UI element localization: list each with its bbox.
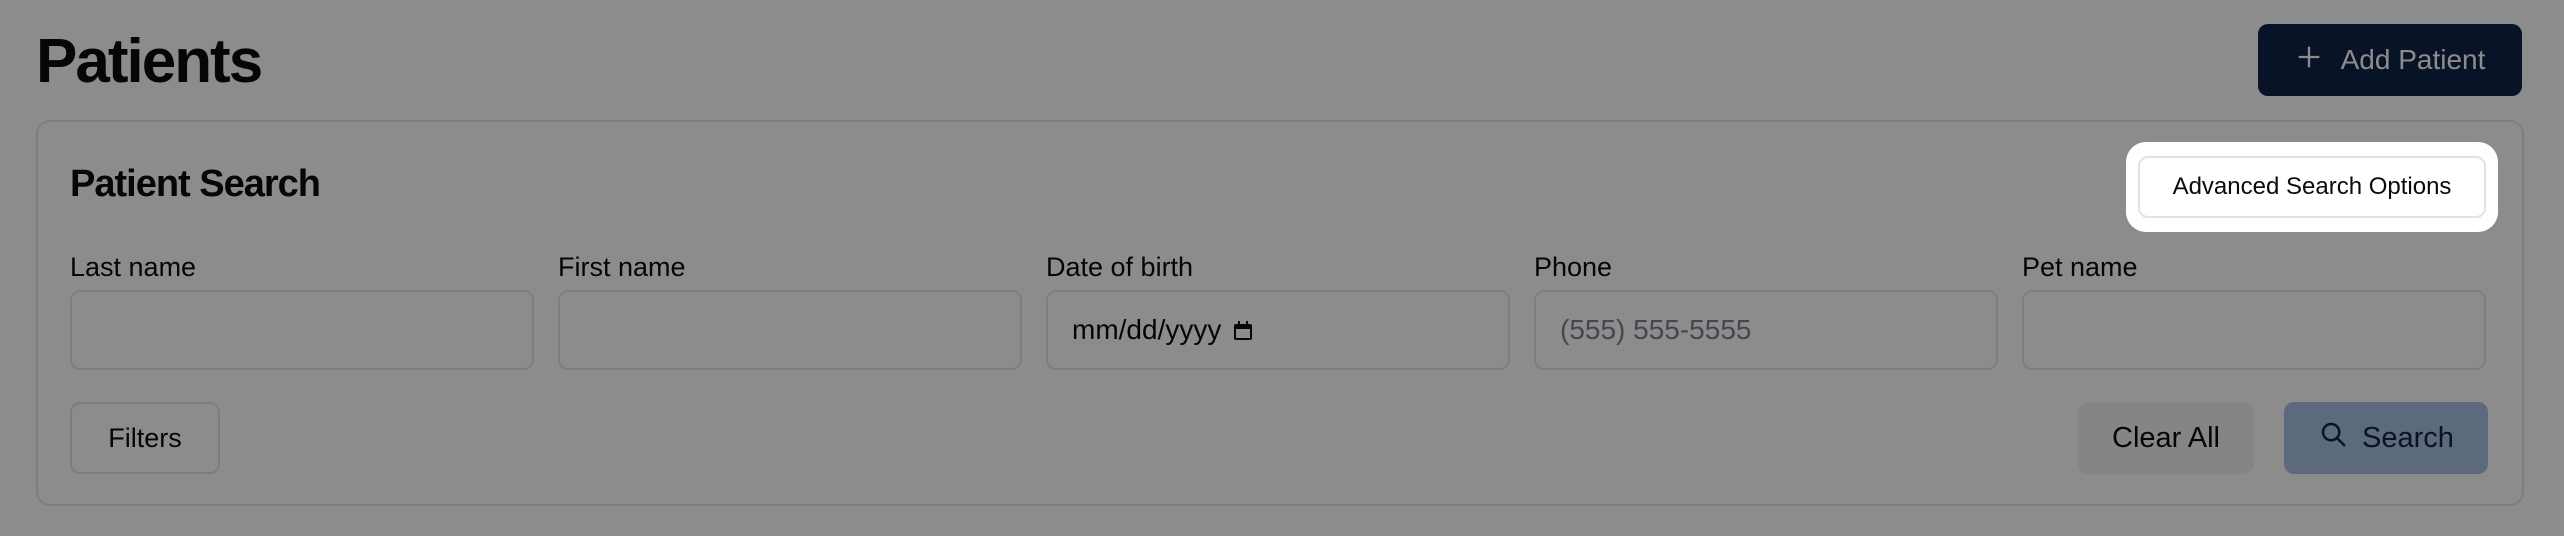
date-of-birth-label: Date of birth xyxy=(1046,252,1194,282)
search-button[interactable]: Search xyxy=(2284,402,2488,474)
date-of-birth-value: mm/dd/yyyy xyxy=(1072,314,1222,345)
pet-name-label: Pet name xyxy=(2022,252,2138,282)
add-patient-button[interactable]: Add Patient xyxy=(2258,24,2522,96)
first-name-input[interactable] xyxy=(558,290,1022,370)
pet-name-input[interactable] xyxy=(2022,290,2486,370)
plus-icon xyxy=(2295,43,2323,78)
search-icon xyxy=(2318,419,2348,457)
page-title: Patients xyxy=(36,27,263,96)
advanced-search-options-button[interactable]: Advanced Search Options xyxy=(2138,156,2486,218)
calendar-icon[interactable] xyxy=(1231,318,1255,342)
patients-page: Patients Add Patient Patient Search Adva… xyxy=(0,0,2564,536)
add-patient-label: Add Patient xyxy=(2340,44,2486,75)
filters-button[interactable]: Filters xyxy=(70,402,220,474)
first-name-label: First name xyxy=(558,252,686,282)
last-name-label: Last name xyxy=(70,252,197,282)
search-button-label: Search xyxy=(2362,421,2454,454)
last-name-input[interactable] xyxy=(70,290,534,370)
clear-all-button[interactable]: Clear All xyxy=(2078,402,2254,474)
phone-label: Phone xyxy=(1534,252,1613,282)
date-of-birth-input[interactable]: mm/dd/yyyy xyxy=(1046,290,1510,370)
phone-input[interactable] xyxy=(1534,290,1998,370)
patient-search-title: Patient Search xyxy=(70,163,321,205)
